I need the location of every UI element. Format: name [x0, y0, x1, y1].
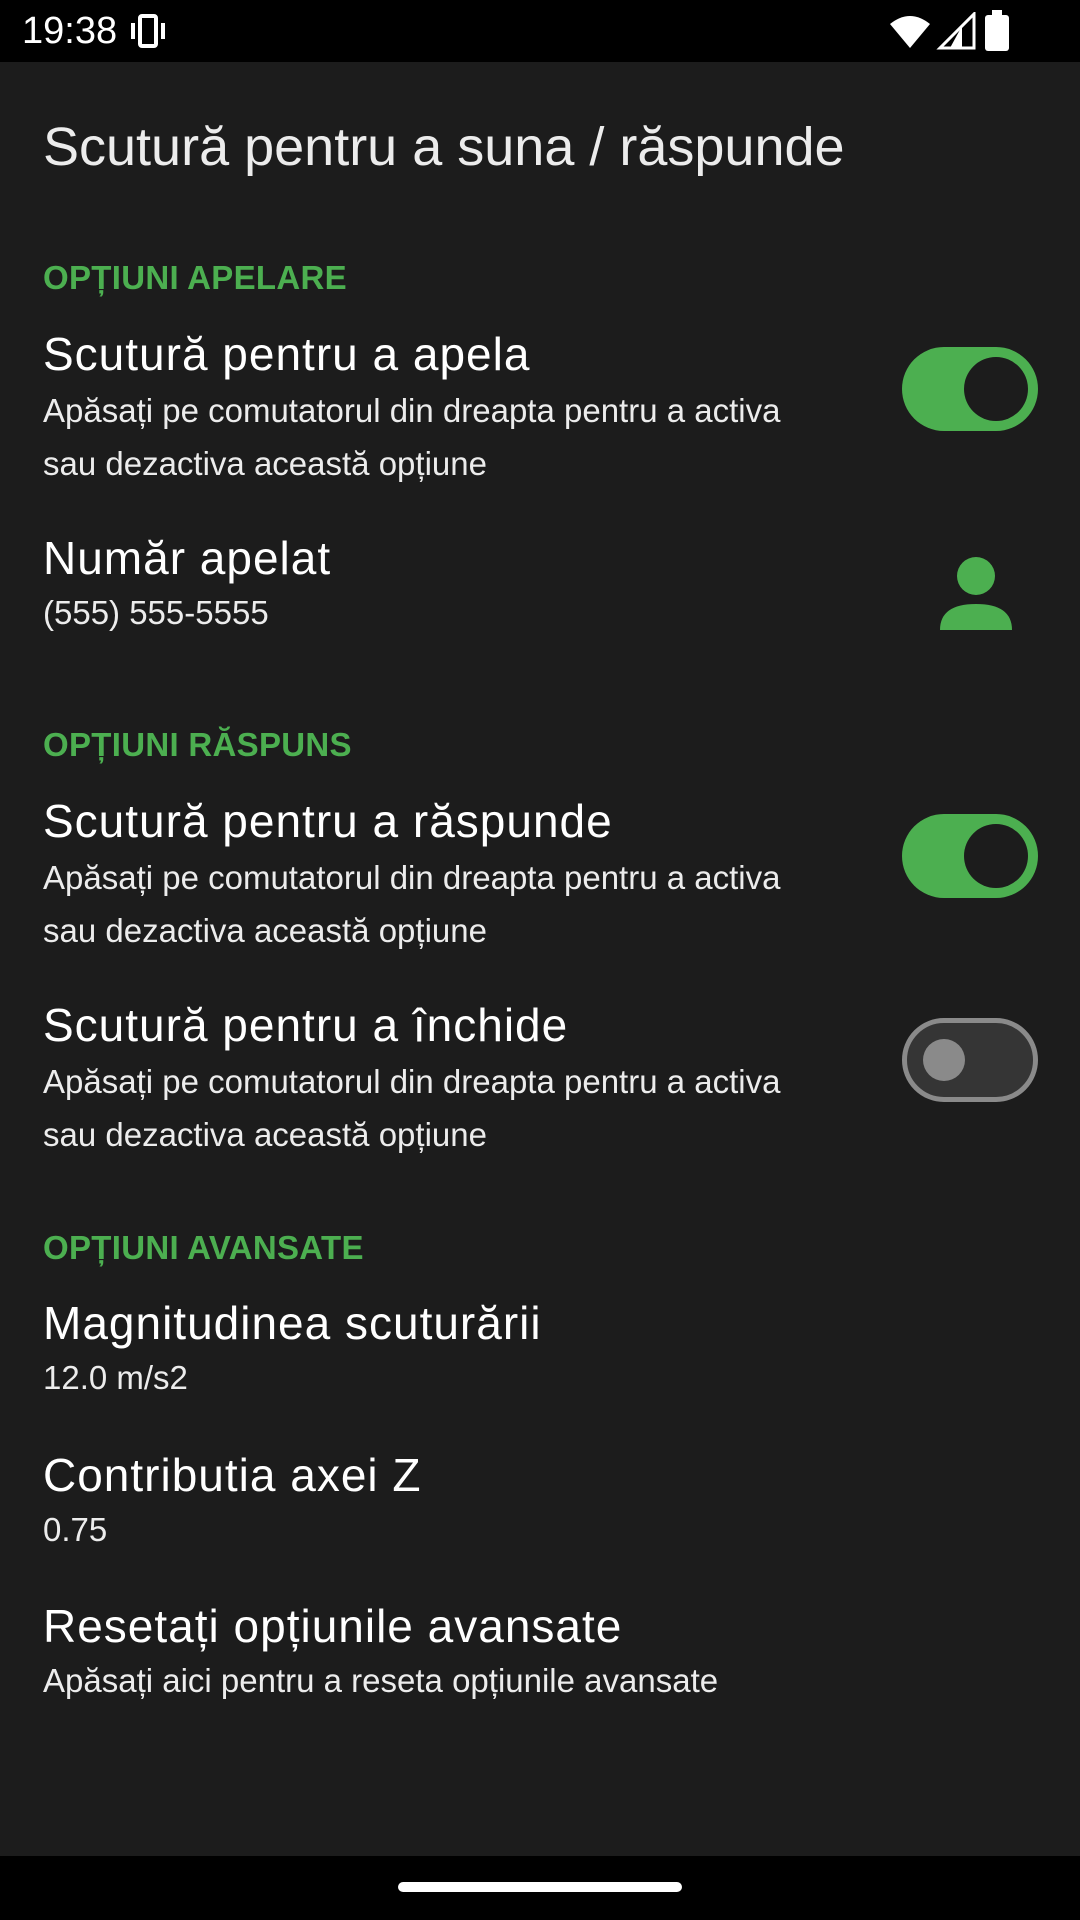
navigation-bar: [0, 1856, 1080, 1920]
pref-shake-to-call[interactable]: Scutură pentru a apela Apăsați pe comuta…: [0, 326, 1080, 496]
pref-summary: Apăsați pe comutatorul din dreapta pentr…: [43, 392, 781, 482]
pref-title: Scutură pentru a închide: [43, 999, 569, 1051]
status-bar: 19:38: [0, 0, 1080, 62]
toggle-knob: [964, 824, 1028, 888]
section-header-call: OPȚIUNI APELARE: [43, 259, 347, 296]
pref-shake-magnitude[interactable]: Magnitudinea scuturării 12.0 m/s2: [0, 1295, 1080, 1405]
toggle-knob: [964, 357, 1028, 421]
z-axis-value: 0.75: [43, 1511, 108, 1548]
vibrate-icon: [131, 14, 165, 48]
pref-z-axis-contribution[interactable]: Contributia axei Z 0.75: [0, 1447, 1080, 1557]
status-time: 19:38: [22, 10, 118, 52]
called-number-value: (555) 555-5555: [43, 594, 269, 631]
pref-summary: Apăsați pe comutatorul din dreapta pentr…: [43, 859, 781, 949]
page-title: Scutură pentru a suna / răspunde: [43, 117, 845, 177]
toggle-knob: [923, 1039, 965, 1081]
pref-summary: Apăsați pe comutatorul din dreapta pentr…: [43, 1063, 781, 1153]
battery-icon: [985, 10, 1009, 51]
pref-shake-to-hangup[interactable]: Scutură pentru a închide Apăsați pe comu…: [0, 997, 1080, 1167]
shake-to-call-toggle[interactable]: [902, 347, 1038, 431]
contact-icon[interactable]: [936, 554, 1016, 634]
wifi-icon: [890, 16, 930, 48]
pref-title: Contributia axei Z: [43, 1449, 422, 1501]
pref-title: Scutură pentru a răspunde: [43, 795, 613, 847]
section-header-advanced: OPȚIUNI AVANSATE: [43, 1229, 364, 1266]
pref-title: Resetați opțiunile avansate: [43, 1600, 623, 1652]
pref-title: Magnitudinea scuturării: [43, 1297, 542, 1349]
shake-to-hangup-toggle[interactable]: [902, 1018, 1038, 1102]
shake-to-answer-toggle[interactable]: [902, 814, 1038, 898]
pref-title: Număr apelat: [43, 532, 332, 584]
pref-shake-to-answer[interactable]: Scutură pentru a răspunde Apăsați pe com…: [0, 793, 1080, 963]
pref-title: Scutură pentru a apela: [43, 328, 531, 380]
signal-icon: [936, 12, 976, 50]
section-header-answer: OPȚIUNI RĂSPUNS: [43, 726, 352, 763]
pref-summary: Apăsați aici pentru a reseta opțiunile a…: [43, 1662, 719, 1699]
pref-reset-advanced[interactable]: Resetați opțiunile avansate Apăsați aici…: [0, 1598, 1080, 1708]
home-gesture-handle[interactable]: [398, 1882, 682, 1892]
pref-called-number[interactable]: Număr apelat (555) 555-5555: [0, 530, 1080, 640]
shake-magnitude-value: 12.0 m/s2: [43, 1359, 188, 1396]
